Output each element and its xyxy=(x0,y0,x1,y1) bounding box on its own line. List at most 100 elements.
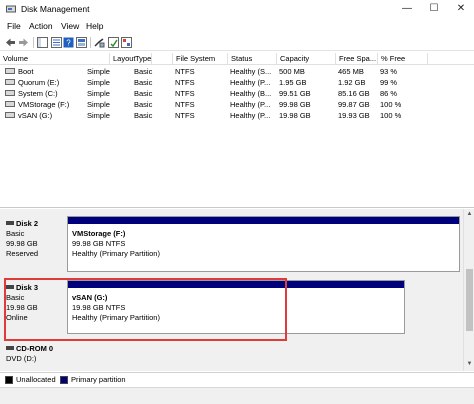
volume-list: Volume Layout Type File System Status Ca… xyxy=(0,53,474,206)
cell-percent-free: 99 % xyxy=(380,78,398,87)
menu-bar: File Action View Help xyxy=(0,19,474,34)
partition-status: Healthy (Primary Partition) xyxy=(72,249,160,258)
close-button[interactable]: ✕ xyxy=(450,1,472,17)
cell-status: Healthy (P... xyxy=(230,100,271,109)
column-type[interactable]: Type xyxy=(132,53,173,65)
table-row[interactable]: Boot Simple Basic NTFS Healthy (S... 500… xyxy=(0,66,474,77)
disk-2-label[interactable]: Disk 2 Basic 99.98 GB Reserved xyxy=(6,219,38,259)
cell-capacity: 19.98 GB xyxy=(279,111,311,120)
cell-status: Healthy (S... xyxy=(230,67,272,76)
legend: Unallocated Primary partition xyxy=(0,372,474,386)
cdrom-0-label[interactable]: CD-ROM 0 DVD (D:) xyxy=(6,344,53,364)
cell-file-system: NTFS xyxy=(175,111,195,120)
cell-type: Basic xyxy=(134,111,153,120)
menu-view[interactable]: View xyxy=(61,21,79,31)
volume-list-header: Volume Layout Type File System Status Ca… xyxy=(0,53,474,65)
cell-layout: Simple xyxy=(87,100,110,109)
cell-status: Healthy (P... xyxy=(230,78,271,87)
cell-percent-free: 100 % xyxy=(380,100,402,109)
status-bar xyxy=(0,387,474,404)
menu-file[interactable]: File xyxy=(7,21,21,31)
scroll-up-icon[interactable]: ▲ xyxy=(465,210,474,219)
column-free-space[interactable]: Free Spa... xyxy=(336,53,378,65)
partition-name: VMStorage (F:) xyxy=(72,229,126,238)
cell-type: Basic xyxy=(134,89,153,98)
back-arrow-icon[interactable] xyxy=(5,37,16,48)
title-bar: Disk Management — ☐ ✕ xyxy=(0,0,474,19)
cell-percent-free: 100 % xyxy=(380,111,402,120)
cell-volume: Quorum (E:) xyxy=(3,77,85,88)
table-row[interactable]: Quorum (E:) Simple Basic NTFS Healthy (P… xyxy=(0,77,474,88)
volume-icon xyxy=(5,112,15,119)
legend-primary-partition: Primary partition xyxy=(71,375,126,384)
column-percent-free[interactable]: % Free xyxy=(378,53,428,65)
highlight-box xyxy=(4,278,287,341)
properties-icon[interactable] xyxy=(51,37,62,48)
cell-layout: Simple xyxy=(87,67,110,76)
svg-text:?: ? xyxy=(66,39,71,48)
toolbar: ? xyxy=(0,34,474,51)
disk-icon xyxy=(6,221,14,226)
cell-volume: System (C:) xyxy=(3,88,85,99)
menu-action[interactable]: Action xyxy=(29,21,53,31)
list-view-icon[interactable] xyxy=(76,37,87,48)
cell-file-system: NTFS xyxy=(175,89,195,98)
cell-capacity: 500 MB xyxy=(279,67,305,76)
cell-volume: VMStorage (F:) xyxy=(3,99,85,110)
cell-type: Basic xyxy=(134,67,153,76)
table-row[interactable]: System (C:) Simple Basic NTFS Healthy (B… xyxy=(0,88,474,99)
check-icon[interactable] xyxy=(121,37,132,48)
volume-icon xyxy=(5,90,15,97)
column-capacity[interactable]: Capacity xyxy=(277,53,336,65)
table-row[interactable]: vSAN (G:) Simple Basic NTFS Healthy (P..… xyxy=(0,110,474,121)
cell-type: Basic xyxy=(134,100,153,109)
column-file-system[interactable]: File System xyxy=(173,53,228,65)
unallocated-swatch xyxy=(5,376,13,384)
cell-type: Basic xyxy=(134,78,153,87)
primary-partition-bar xyxy=(68,217,459,224)
cell-free-space: 465 MB xyxy=(338,67,364,76)
cdrom-icon xyxy=(6,346,14,351)
cell-percent-free: 86 % xyxy=(380,89,398,98)
disk-pane-scrollbar[interactable]: ▲ ▼ xyxy=(463,209,474,371)
cell-layout: Simple xyxy=(87,78,110,87)
cell-volume: Boot xyxy=(3,66,85,77)
cell-capacity: 1.95 GB xyxy=(279,78,307,87)
cell-file-system: NTFS xyxy=(175,78,195,87)
minimize-button[interactable]: — xyxy=(396,1,418,17)
cell-status: Healthy (B... xyxy=(230,89,272,98)
pane-splitter[interactable] xyxy=(0,207,474,208)
scroll-thumb[interactable] xyxy=(466,269,473,331)
cell-free-space: 1.92 GB xyxy=(338,78,366,87)
disk-management-icon xyxy=(6,4,16,14)
cell-capacity: 99.51 GB xyxy=(279,89,311,98)
cell-status: Healthy (P... xyxy=(230,111,271,120)
cell-layout: Simple xyxy=(87,111,110,120)
maximize-button[interactable]: ☐ xyxy=(423,1,445,17)
cell-file-system: NTFS xyxy=(175,67,195,76)
volume-icon xyxy=(5,68,15,75)
connect-icon[interactable] xyxy=(94,37,105,48)
forward-arrow-icon[interactable] xyxy=(18,37,29,48)
cell-volume: vSAN (G:) xyxy=(3,110,85,121)
cell-percent-free: 93 % xyxy=(380,67,398,76)
cell-free-space: 99.87 GB xyxy=(338,100,370,109)
window-title: Disk Management xyxy=(21,4,90,14)
console-tree-icon[interactable] xyxy=(37,37,48,48)
scroll-down-icon[interactable]: ▼ xyxy=(465,360,474,369)
help-icon[interactable]: ? xyxy=(63,37,74,48)
column-volume[interactable]: Volume xyxy=(0,53,110,65)
legend-unallocated: Unallocated xyxy=(16,375,56,384)
column-status[interactable]: Status xyxy=(228,53,277,65)
menu-help[interactable]: Help xyxy=(86,21,103,31)
table-row[interactable]: VMStorage (F:) Simple Basic NTFS Healthy… xyxy=(0,99,474,110)
refresh-icon[interactable] xyxy=(108,37,119,48)
volume-icon xyxy=(5,101,15,108)
primary-partition-swatch xyxy=(60,376,68,384)
cell-free-space: 19.93 GB xyxy=(338,111,370,120)
cell-free-space: 85.16 GB xyxy=(338,89,370,98)
cell-file-system: NTFS xyxy=(175,100,195,109)
cell-capacity: 99.98 GB xyxy=(279,100,311,109)
volume-icon xyxy=(5,79,15,86)
partition-vmstorage[interactable]: VMStorage (F:) 99.98 GB NTFS Healthy (Pr… xyxy=(67,216,460,272)
